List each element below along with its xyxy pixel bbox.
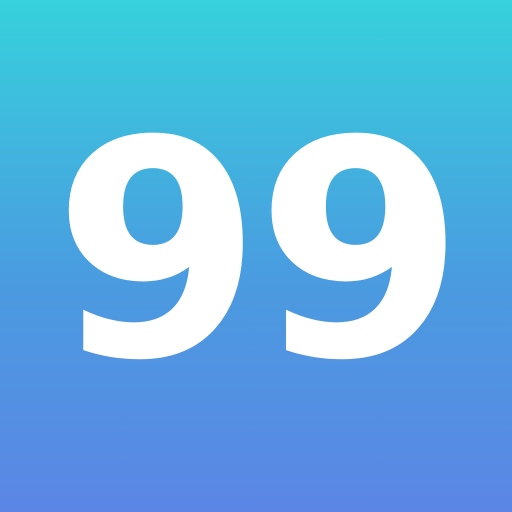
icon-number-label: 99 [53, 77, 464, 426]
app-icon[interactable]: 99 [0, 0, 512, 512]
